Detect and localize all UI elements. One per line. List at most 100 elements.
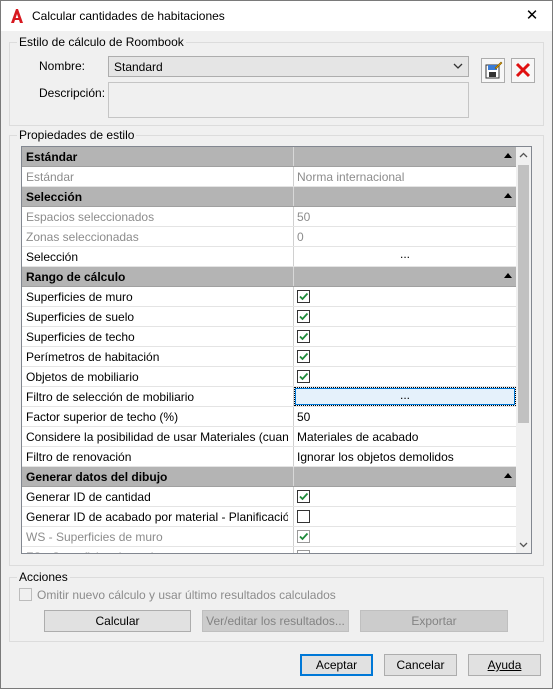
collapse-arrow-icon[interactable] xyxy=(504,193,512,198)
property-row-generar-id-de-cantidad[interactable]: Generar ID de cantidad xyxy=(22,487,516,507)
property-row-estandar[interactable]: Estándar Norma internacional xyxy=(22,167,516,187)
chevron-down-icon xyxy=(453,63,463,69)
property-value-cell[interactable]: ... xyxy=(293,387,516,406)
scroll-up-icon[interactable] xyxy=(519,151,528,160)
style-name-dropdown[interactable]: Standard xyxy=(108,56,469,77)
property-value-cell[interactable]: 0 xyxy=(293,227,516,246)
vertical-scrollbar[interactable] xyxy=(516,147,531,553)
property-value-cell[interactable]: Ignorar los objetos demolidos xyxy=(293,447,516,466)
property-row-perimetros-de-habitacion[interactable]: Perímetros de habitación xyxy=(22,347,516,367)
property-value: 50 xyxy=(297,410,311,424)
property-checkbox[interactable] xyxy=(297,350,310,363)
collapse-arrow-icon[interactable] xyxy=(504,473,512,478)
property-value-cell[interactable]: Norma internacional xyxy=(293,167,516,186)
property-row-filtro-de-seleccion-de-mobiliario[interactable]: Filtro de selección de mobiliario... xyxy=(22,387,516,407)
property-value-cell[interactable] xyxy=(293,367,516,386)
help-button[interactable]: Ayuda xyxy=(468,654,541,676)
property-name: WS - Superficies de muro xyxy=(26,530,163,544)
property-row-fs-superficies-de-suelo[interactable]: FS - Superficies de suelo xyxy=(22,547,516,553)
ellipsis-button[interactable]: ... xyxy=(294,247,516,266)
category-row-estandar[interactable]: Estándar xyxy=(22,147,516,167)
scrollbar-thumb[interactable] xyxy=(518,165,529,423)
property-value-cell[interactable]: Materiales de acabado xyxy=(293,427,516,446)
property-value-cell[interactable] xyxy=(293,287,516,306)
property-checkbox[interactable] xyxy=(297,310,310,323)
edit-style-button[interactable] xyxy=(481,58,505,83)
calculate-button[interactable]: Calcular xyxy=(44,610,191,632)
collapse-arrow-icon[interactable] xyxy=(504,273,512,278)
property-row-zonas-seleccionadas[interactable]: Zonas seleccionadas 0 xyxy=(22,227,516,247)
property-value-cell[interactable] xyxy=(293,327,516,346)
property-row-espacios-seleccionados[interactable]: Espacios seleccionados 50 xyxy=(22,207,516,227)
property-value-cell xyxy=(293,467,516,486)
scroll-down-icon[interactable] xyxy=(519,540,528,549)
property-name: Superficies de techo xyxy=(26,330,135,344)
dialog-window: Calcular cantidades de habitaciones ✕ Es… xyxy=(0,0,553,689)
property-name: Generar ID de acabado por material - Pla… xyxy=(26,510,288,524)
property-checkbox[interactable] xyxy=(297,530,310,543)
property-row-superficies-de-suelo[interactable]: Superficies de suelo xyxy=(22,307,516,327)
property-value-cell[interactable]: ... xyxy=(293,247,516,266)
property-row-superficies-de-techo[interactable]: Superficies de techo xyxy=(22,327,516,347)
omit-recalc-checkbox[interactable] xyxy=(19,588,32,601)
property-grid[interactable]: Estándar Estándar Norma internacional Selec… xyxy=(21,146,532,554)
property-value-cell[interactable] xyxy=(293,527,516,546)
ellipsis-button[interactable]: ... xyxy=(294,387,516,406)
property-name: Estándar xyxy=(26,170,75,184)
property-value-cell xyxy=(293,267,516,286)
delete-x-icon xyxy=(515,62,531,78)
category-row-rango-de-calculo[interactable]: Rango de cálculo xyxy=(22,267,516,287)
property-row-seleccion[interactable]: Selección... xyxy=(22,247,516,267)
property-row-filtro-de-renovacion[interactable]: Filtro de renovación Ignorar los objetos … xyxy=(22,447,516,467)
property-row-objetos-de-mobiliario[interactable]: Objetos de mobiliario xyxy=(22,367,516,387)
property-checkbox[interactable] xyxy=(297,330,310,343)
property-name: Selección xyxy=(26,250,79,264)
property-name: Rango de cálculo xyxy=(26,270,126,284)
property-value: Ignorar los objetos demolidos xyxy=(297,450,454,464)
property-name: Superficies de muro xyxy=(26,290,133,304)
property-value-cell[interactable]: 50 xyxy=(293,407,516,426)
property-row-considere-la-posibilidad-de-usar-materiales-cuand[interactable]: Considere la posibilidad de usar Materia… xyxy=(22,427,516,447)
property-value-cell[interactable] xyxy=(293,507,516,526)
property-value-cell[interactable] xyxy=(293,487,516,506)
property-name: FS - Superficies de suelo xyxy=(26,550,288,553)
autocad-logo-icon xyxy=(11,9,23,23)
close-button[interactable]: ✕ xyxy=(516,4,548,28)
property-value: Norma internacional xyxy=(297,170,405,184)
property-value-cell xyxy=(293,187,516,206)
property-name: Considere la posibilidad de usar Materia… xyxy=(26,430,288,444)
property-value-cell[interactable]: 50 xyxy=(293,207,516,226)
description-label: Descripción: xyxy=(39,86,106,100)
style-group-label: Estilo de cálculo de Roombook xyxy=(17,35,186,49)
property-name: Filtro de renovación xyxy=(26,450,132,464)
property-name: Generar datos del dibujo xyxy=(26,470,168,484)
property-row-ws-superficies-de-muro[interactable]: WS - Superficies de muro xyxy=(22,527,516,547)
property-checkbox[interactable] xyxy=(297,550,310,553)
category-row-generar-datos-del-dibujo[interactable]: Generar datos del dibujo xyxy=(22,467,516,487)
edit-style-icon xyxy=(485,61,503,79)
property-name: Zonas seleccionadas xyxy=(26,230,139,244)
property-name: Filtro de selección de mobiliario xyxy=(26,390,195,404)
property-checkbox[interactable] xyxy=(297,290,310,303)
description-field[interactable] xyxy=(108,82,469,118)
property-row-factor-superior-de-techo[interactable]: Factor superior de techo (%) 50 xyxy=(22,407,516,427)
cancel-button[interactable]: Cancelar xyxy=(384,654,457,676)
property-row-superficies-de-muro[interactable]: Superficies de muro xyxy=(22,287,516,307)
property-value-cell[interactable] xyxy=(293,547,516,553)
property-value-cell[interactable] xyxy=(293,347,516,366)
category-row-seleccion[interactable]: Selección xyxy=(22,187,516,207)
help-label: Ayuda xyxy=(487,658,522,672)
property-name: Superficies de suelo xyxy=(26,310,135,324)
delete-style-button[interactable] xyxy=(511,58,535,83)
property-checkbox[interactable] xyxy=(297,370,310,383)
property-row-generar-id-de-acabado-por-material-planificacion[interactable]: Generar ID de acabado por material - Pla… xyxy=(22,507,516,527)
view-edit-results-button[interactable]: Ver/editar los resultados... xyxy=(202,610,349,632)
collapse-arrow-icon[interactable] xyxy=(504,153,512,158)
property-checkbox[interactable] xyxy=(297,490,310,503)
accept-button[interactable]: Aceptar xyxy=(300,654,373,676)
export-button[interactable]: Exportar xyxy=(360,610,508,632)
property-checkbox[interactable] xyxy=(297,510,310,523)
name-label: Nombre: xyxy=(39,59,86,73)
property-value-cell[interactable] xyxy=(293,307,516,326)
property-name: Perímetros de habitación xyxy=(26,350,160,364)
